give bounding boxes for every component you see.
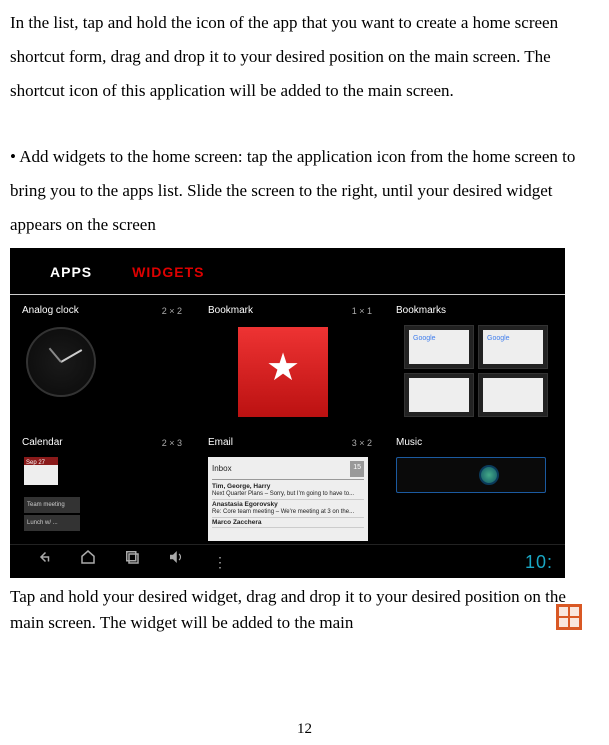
star-icon: ★ xyxy=(266,330,300,406)
email-row: Tim, George, Harry Next Quarter Plans – … xyxy=(212,482,364,500)
menu-button[interactable]: ⋮ xyxy=(198,548,242,576)
calendar-event: Lunch w/ ... xyxy=(24,515,80,531)
widget-music[interactable]: Music xyxy=(390,435,560,539)
email-from: Marco Zacchera xyxy=(212,519,262,526)
email-subject: Next Quarter Plans – Sorry, but I'm goin… xyxy=(212,491,354,497)
home-button[interactable] xyxy=(66,546,110,578)
tab-apps[interactable]: APPS xyxy=(50,258,92,286)
email-from: Anastasia Egorovsky xyxy=(212,501,278,508)
email-row: Anastasia Egorovsky Re: Core team meetin… xyxy=(212,500,364,518)
widget-analog-clock[interactable]: Analog clock 2 × 2 xyxy=(10,303,200,429)
widget-dim: 1 × 1 xyxy=(352,302,372,320)
calendar-date-tile: Sep 27 xyxy=(24,457,58,485)
analog-clock-icon xyxy=(26,327,96,397)
paragraph-1: In the list, tap and hold the icon of th… xyxy=(10,6,599,108)
tab-widgets[interactable]: WIDGETS xyxy=(132,258,204,286)
bookmark-thumb xyxy=(404,325,474,369)
paragraph-3: Tap and hold your desired widget, drag a… xyxy=(10,584,599,635)
email-subject: Re: Core team meeting – We're meeting at… xyxy=(212,509,354,515)
widget-row-1: Analog clock 2 × 2 Bookmark 1 × 1 ★ Book… xyxy=(10,295,565,429)
widget-label: Analog clock xyxy=(22,301,79,321)
bookmark-thumb xyxy=(478,325,548,369)
status-time: 10: xyxy=(525,544,553,579)
play-icon xyxy=(479,465,499,485)
widget-dim: 2 × 3 xyxy=(162,434,182,452)
page-number: 12 xyxy=(297,722,312,737)
calendar-event: Team meeting xyxy=(24,497,80,513)
bookmarks-grid xyxy=(404,325,560,417)
tabs-bar: APPS WIDGETS xyxy=(10,248,565,294)
calendar-list: Team meeting Lunch w/ ... xyxy=(24,497,200,531)
widget-label: Bookmark xyxy=(208,301,253,321)
widget-label: Email xyxy=(208,433,233,453)
email-tile: Inbox 15 Tim, George, Harry Next Quarter… xyxy=(208,457,368,541)
bookmark-thumb xyxy=(404,373,474,417)
music-tile xyxy=(396,457,546,493)
widget-dim: 3 × 2 xyxy=(352,434,372,452)
widget-bookmark[interactable]: Bookmark 1 × 1 ★ xyxy=(200,303,390,429)
email-inbox-label: Inbox xyxy=(212,461,232,477)
widget-calendar[interactable]: Calendar 2 × 3 Sep 27 Team meeting Lunch… xyxy=(10,435,200,539)
widget-label: Bookmarks xyxy=(396,301,446,321)
widget-dim: 2 × 2 xyxy=(162,302,182,320)
widget-row-2: Calendar 2 × 3 Sep 27 Team meeting Lunch… xyxy=(10,429,565,539)
calendar-date: Sep 27 xyxy=(26,457,45,469)
email-row: Marco Zacchera xyxy=(212,518,364,529)
back-button[interactable] xyxy=(22,546,66,578)
recent-button[interactable] xyxy=(110,546,154,578)
bookmark-thumb xyxy=(478,373,548,417)
widget-email[interactable]: Email 3 × 2 Inbox 15 Tim, George, Harry … xyxy=(200,435,390,539)
email-count: 15 xyxy=(350,461,364,477)
nav-bar: ⋮ 10: xyxy=(10,544,565,578)
widget-label: Calendar xyxy=(22,433,63,453)
widget-screen-illustration: APPS WIDGETS Analog clock 2 × 2 Bookmark… xyxy=(10,248,565,578)
email-from: Tim, George, Harry xyxy=(212,483,270,490)
volume-button[interactable] xyxy=(154,546,198,578)
widget-label: Music xyxy=(396,433,422,453)
apps-grid-icon xyxy=(556,604,582,630)
bookmark-tile: ★ xyxy=(238,327,328,417)
paragraph-2: • Add widgets to the home screen: tap th… xyxy=(10,140,599,242)
widget-bookmarks[interactable]: Bookmarks xyxy=(390,303,560,429)
